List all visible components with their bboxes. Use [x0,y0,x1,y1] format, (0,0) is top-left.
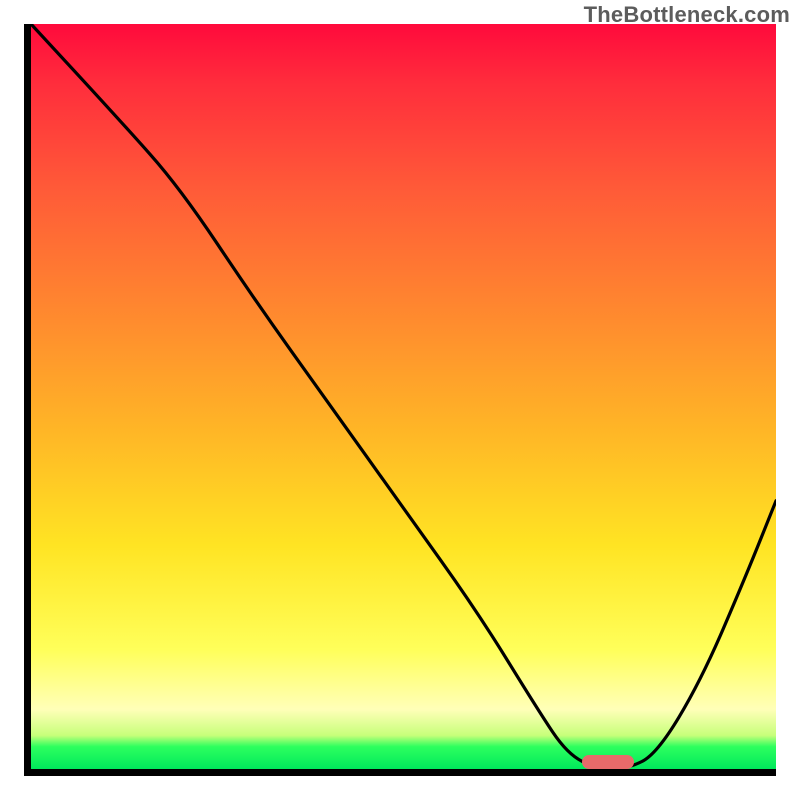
bottleneck-curve [31,24,776,769]
optimal-range-marker [582,755,634,769]
chart: TheBottleneck.com [0,0,800,800]
plot-area [24,24,776,776]
